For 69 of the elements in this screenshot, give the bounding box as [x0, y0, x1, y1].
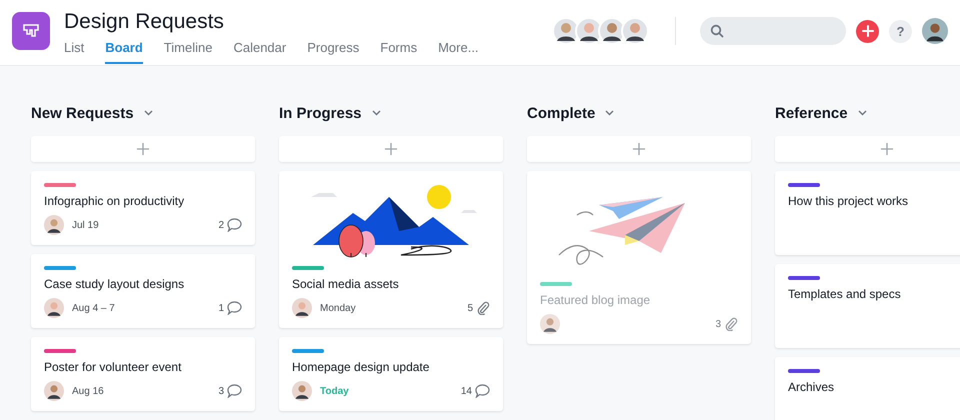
task-title: Case study layout designs	[44, 277, 186, 291]
view-tab[interactable]: List	[64, 40, 84, 64]
assignee-avatar-icon[interactable]	[44, 215, 64, 235]
plus-icon	[881, 143, 893, 155]
view-tab[interactable]: Timeline	[164, 40, 212, 64]
project-logo-icon	[12, 12, 50, 50]
task-title: Featured blog image	[540, 293, 652, 307]
user-avatar-icon[interactable]	[922, 18, 948, 44]
due-date: Aug 16	[72, 386, 104, 396]
add-button[interactable]	[856, 20, 879, 42]
search-field[interactable]	[700, 17, 846, 45]
due-date: Today	[320, 386, 349, 396]
task-card[interactable]: Social media assets Monday 5	[279, 171, 503, 328]
task-card[interactable]: Homepage design update Today 14	[279, 337, 503, 411]
assignee-avatar-icon[interactable]	[44, 381, 64, 401]
count-label: 5	[467, 302, 473, 314]
task-title: Poster for volunteer event	[44, 360, 182, 374]
task-card[interactable]: Archives	[775, 357, 960, 420]
assignee-avatar-icon[interactable]	[44, 298, 64, 318]
task-card[interactable]: Infographic on productivity Jul 19 2	[31, 171, 255, 245]
due-date: Jul 19	[72, 220, 99, 230]
count-label: 14	[460, 386, 472, 396]
count-label: 3	[218, 386, 224, 396]
due-date: Aug 4 – 7	[72, 302, 115, 314]
task-card[interactable]: Featured blog image 3	[527, 171, 751, 344]
comment-icon[interactable]	[227, 301, 242, 315]
plus-icon	[385, 143, 397, 155]
task-card[interactable]: How this project works	[775, 171, 960, 255]
task-title: Templates and specs	[788, 287, 902, 301]
comment-icon[interactable]	[475, 384, 490, 398]
task-card[interactable]: Templates and specs	[775, 264, 960, 348]
column-title: New Requests	[31, 104, 134, 122]
comment-icon[interactable]	[227, 384, 242, 398]
plus-icon	[862, 25, 874, 37]
column-title: Complete	[527, 104, 596, 122]
column-title: In Progress	[279, 104, 362, 122]
due-date: Monday	[320, 302, 356, 314]
member-avatar-icon[interactable]	[621, 17, 649, 45]
task-card[interactable]: Case study layout designs Aug 4 – 7 1	[31, 254, 255, 328]
assignee-avatar-icon[interactable]	[292, 298, 312, 318]
search-icon	[710, 24, 724, 38]
view-tab[interactable]: Board	[105, 40, 143, 64]
paperclip-icon[interactable]	[476, 301, 490, 315]
chevron-down-icon[interactable]	[144, 110, 153, 116]
task-card[interactable]: Poster for volunteer event Aug 16 3	[31, 337, 255, 411]
count-label: 3	[715, 318, 721, 330]
paperclip-icon[interactable]	[724, 317, 738, 331]
help-button[interactable]: ?	[889, 20, 912, 42]
plus-icon	[137, 143, 149, 155]
view-tab[interactable]: Calendar	[233, 40, 286, 64]
project-title: Design Requests	[64, 9, 225, 35]
chevron-down-icon[interactable]	[858, 110, 867, 116]
chevron-down-icon[interactable]	[372, 110, 381, 116]
assignee-avatar-icon[interactable]	[540, 314, 560, 334]
task-title: Archives	[788, 380, 836, 394]
view-tab[interactable]: Forms	[380, 40, 418, 64]
chevron-down-icon[interactable]	[605, 110, 614, 116]
task-title: Social media assets	[292, 277, 400, 291]
task-title: Infographic on productivity	[44, 194, 186, 208]
count-label: 2	[218, 220, 224, 230]
column-title: Reference	[775, 104, 848, 122]
view-tab[interactable]: More...	[438, 40, 479, 64]
task-title: Homepage design update	[292, 360, 430, 374]
plus-icon	[633, 143, 645, 155]
view-tab[interactable]: Progress	[307, 40, 360, 64]
count-label: 1	[218, 302, 224, 314]
comment-icon[interactable]	[227, 218, 242, 232]
assignee-avatar-icon[interactable]	[292, 381, 312, 401]
task-title: How this project works	[788, 194, 910, 208]
